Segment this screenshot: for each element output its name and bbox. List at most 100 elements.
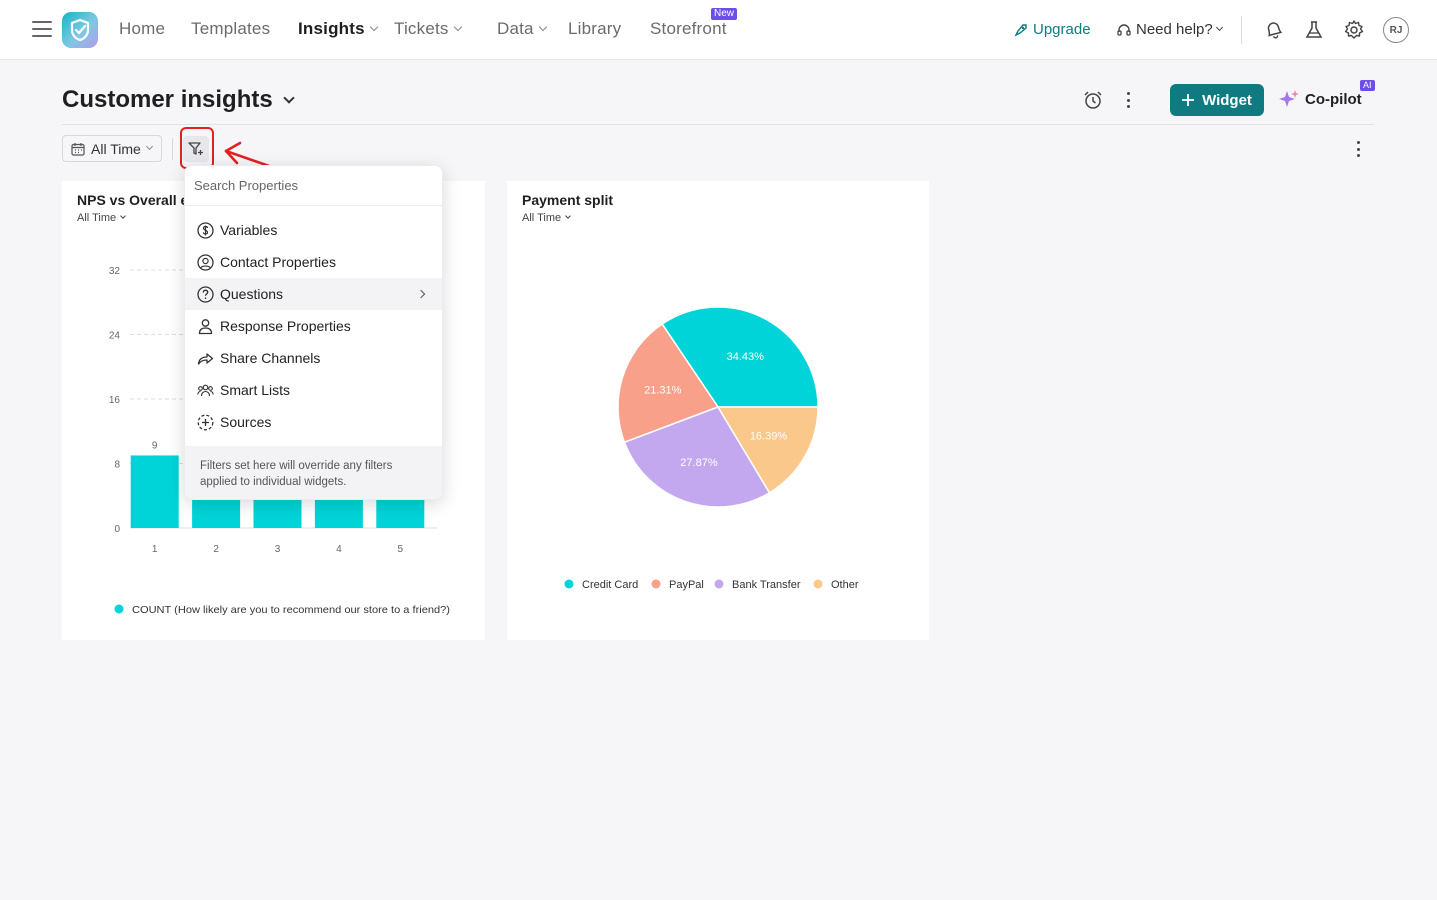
menu-item-sources[interactable]: Sources [185, 406, 442, 438]
bar-data-label: 9 [152, 440, 158, 451]
legend-swatch [114, 604, 124, 614]
person-icon [198, 318, 213, 334]
chevron-down-icon [453, 22, 462, 32]
nav-templates-label: Templates [191, 19, 271, 38]
bar [130, 455, 179, 528]
legend-swatch [651, 579, 661, 589]
hamburger-menu-icon[interactable] [32, 21, 52, 37]
y-tick-label: 24 [109, 331, 121, 342]
add-widget-label: Widget [1202, 91, 1252, 109]
nav-library[interactable]: Library [568, 19, 621, 39]
x-tick-label: 3 [275, 544, 281, 555]
chevron-down-icon [369, 22, 379, 32]
alarm-clock-icon[interactable] [1082, 89, 1104, 111]
need-help-label: Need help? [1136, 21, 1213, 38]
pie-value-label: 27.87% [680, 457, 718, 469]
menu-item-label: Contact Properties [220, 254, 336, 270]
menu-item-variables[interactable]: Variables [185, 214, 442, 246]
question-circle-icon [197, 285, 214, 303]
need-help-menu[interactable]: Need help? [1116, 21, 1223, 38]
settings-gear-icon[interactable] [1343, 19, 1365, 41]
top-navigation: Home Templates Insights Tickets Data Lib… [0, 0, 1437, 60]
header-divider [62, 124, 1374, 125]
copilot-label: Co-pilot [1305, 90, 1362, 108]
x-tick-label: 5 [398, 544, 404, 555]
legend-label: Bank Transfer [732, 579, 801, 591]
nav-home-label: Home [119, 19, 166, 38]
app-logo[interactable] [62, 12, 98, 48]
share-arrow-icon [197, 352, 214, 365]
time-range-dropdown[interactable]: All Time [62, 135, 162, 162]
y-tick-label: 16 [109, 395, 121, 406]
nav-insights-label: Insights [298, 19, 365, 38]
users-group-icon [197, 384, 214, 396]
chevron-down-icon [120, 213, 126, 219]
nav-home[interactable]: Home [119, 19, 165, 39]
y-tick-label: 8 [114, 460, 120, 471]
page-title[interactable]: Customer insights [62, 86, 295, 114]
upgrade-label: Upgrade [1033, 21, 1091, 38]
calendar-icon [71, 142, 85, 156]
time-range-label: All Time [91, 140, 141, 157]
nav-storefront[interactable]: Storefront [650, 19, 727, 39]
rocket-icon [1014, 23, 1027, 37]
menu-item-label: Response Properties [220, 318, 351, 334]
menu-item-label: Sources [220, 414, 272, 430]
nav-insights[interactable]: Insights [298, 19, 379, 39]
legend-swatch [813, 579, 823, 589]
headset-icon [1117, 23, 1131, 36]
nav-tickets[interactable]: Tickets [394, 19, 462, 39]
divider [1241, 16, 1242, 44]
menu-item-smart-lists[interactable]: Smart Lists [185, 374, 442, 406]
menu-item-label: Smart Lists [220, 382, 291, 398]
chevron-down-icon [283, 92, 295, 104]
plus-icon [1182, 94, 1195, 106]
shield-logo-icon [70, 18, 90, 42]
notification-bell-icon[interactable] [1263, 19, 1285, 41]
menu-item-contact-properties[interactable]: Contact Properties [185, 246, 442, 278]
upgrade-link[interactable]: Upgrade [1013, 21, 1091, 38]
page-more-options-icon[interactable] [1356, 141, 1360, 157]
menu-item-label: Variables [220, 222, 278, 238]
y-tick-label: 0 [114, 524, 120, 535]
nav-data-label: Data [497, 19, 534, 38]
filter-override-note: Filters set here will override any filte… [185, 446, 442, 499]
nav-data[interactable]: Data [497, 19, 547, 39]
y-tick-label: 32 [109, 266, 121, 277]
nav-templates[interactable]: Templates [191, 19, 270, 39]
menu-item-label: Share Channels [220, 350, 321, 366]
chevron-down-icon [1215, 23, 1223, 32]
toolbar-divider [172, 138, 173, 160]
highlight-box [180, 127, 214, 169]
menu-item-share-channels[interactable]: Share Channels [185, 342, 442, 374]
nav-tickets-label: Tickets [394, 19, 449, 38]
widget-title: NPS vs Overall e [77, 192, 189, 208]
copilot-button[interactable]: Co-pilot [1279, 89, 1362, 109]
menu-item-label: Questions [220, 286, 284, 302]
payment-split-widget-card: Payment split All Time 34.43% 21.31% 27.87… [507, 181, 929, 640]
more-options-icon[interactable] [1126, 92, 1130, 108]
menu-item-questions[interactable]: Questions [185, 278, 442, 310]
chevron-right-icon [416, 289, 426, 299]
x-tick-label: 4 [336, 544, 342, 555]
ai-badge: AI [1360, 80, 1375, 91]
user-avatar[interactable]: RJ [1383, 17, 1409, 43]
sparkle-icon [1279, 90, 1299, 107]
x-tick-label: 1 [152, 544, 158, 555]
nav-library-label: Library [568, 19, 622, 38]
search-properties-input[interactable] [185, 166, 442, 206]
widget-time-label: All Time [77, 212, 117, 224]
pie-chart: 34.43% 21.31% 27.87% 16.39% Credit Card PayPa… [564, 306, 859, 591]
filter-properties-dropdown: Variables Contact Properties Questions R… [184, 165, 443, 500]
legend-swatch [714, 579, 724, 589]
add-widget-button[interactable]: Widget [1170, 84, 1264, 116]
chevron-down-icon [145, 142, 153, 151]
chevron-down-icon [538, 22, 547, 32]
nav-storefront-label: Storefront [650, 19, 727, 38]
new-badge: New [711, 8, 738, 20]
legend-swatch [564, 579, 574, 589]
dashed-circle-plus-icon [197, 414, 214, 430]
menu-item-response-properties[interactable]: Response Properties [185, 310, 442, 342]
widget-time-dropdown[interactable]: All Time [77, 212, 126, 224]
lab-flask-icon[interactable] [1303, 19, 1325, 41]
